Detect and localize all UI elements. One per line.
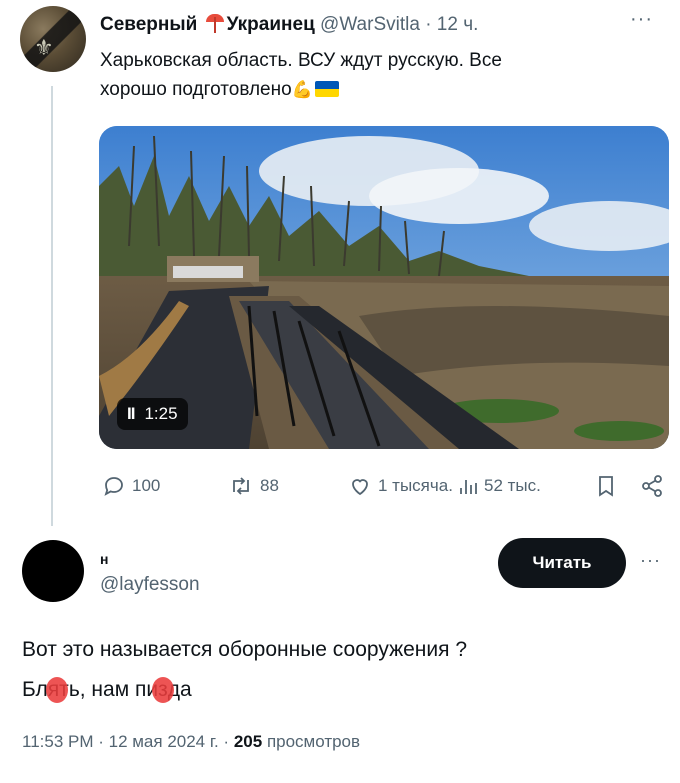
reply-icon (104, 477, 123, 496)
trident-icon: ⚜ (34, 36, 54, 61)
tweet-header: Северный Украинец @WarSvitla · 12 ч. (100, 12, 478, 36)
like-count: 1 тысяча. (378, 476, 453, 495)
flexed-biceps-icon: 💪 (291, 80, 313, 100)
tweet-actions: 100 88 1 тысяча. 52 тыс. (100, 472, 670, 500)
tweet-text-line1: Харьковская область. ВСУ ждут русскую. В… (100, 50, 502, 71)
red-dot-icon (45, 677, 68, 703)
redacted-word-2: з (152, 670, 175, 710)
tweet-text-line2: хорошо подготовлено (100, 79, 292, 100)
reply-text-line1: Вот это называется оборонные сооружения … (22, 638, 468, 661)
tweet-text: Харьковская область. ВСУ ждут русскую. В… (100, 46, 640, 105)
reply-text-part1: Бл (22, 678, 48, 701)
reply-views-count: 205 (233, 732, 263, 751)
author-name-part2[interactable]: Украинец (227, 14, 315, 35)
share-icon (642, 475, 662, 497)
reply-more-options-icon[interactable]: ··· (640, 550, 661, 571)
red-dot-icon (152, 677, 175, 703)
follow-button[interactable]: Читать (498, 538, 626, 588)
reply-author-name[interactable]: н (100, 551, 108, 567)
ukraine-flag-icon (314, 81, 339, 97)
author-handle[interactable]: @WarSvitla (320, 14, 420, 35)
reply-text-part2: ь, нам пи (68, 678, 159, 701)
bookmark-button[interactable] (596, 472, 616, 500)
video-duration-badge[interactable]: II 1:25 (117, 398, 188, 430)
umbrella-flag-icon (205, 14, 225, 33)
more-options-icon[interactable]: ··· (630, 8, 653, 31)
bookmark-icon (599, 476, 613, 497)
video-duration: 1:25 (144, 404, 178, 423)
reply-text: Вот это называется оборонные сооружения … (22, 630, 642, 710)
reply-timestamp[interactable]: 11:53 PM · 12 мая 2024 г. · (22, 732, 229, 751)
reply-button[interactable]: 100 (102, 472, 160, 500)
repost-button[interactable]: 88 (228, 472, 279, 500)
author-name-part1[interactable]: Северный (100, 14, 197, 35)
reply-count: 100 (132, 476, 161, 495)
views-button[interactable]: 52 тыс. (458, 472, 541, 500)
reply-meta: 11:53 PM · 12 мая 2024 г. · 205 просмотр… (22, 732, 360, 752)
repost-count: 88 (260, 476, 279, 495)
views-count: 52 тыс. (484, 476, 541, 495)
share-button[interactable] (640, 472, 664, 500)
like-button[interactable]: 1 тысяча. (348, 472, 453, 500)
redacted-word-1: ят (45, 670, 69, 710)
thread-line (51, 86, 53, 526)
tweet-time[interactable]: · 12 ч. (425, 14, 478, 35)
reply-views-label: просмотров (266, 732, 361, 751)
pause-icon[interactable]: II (127, 404, 136, 423)
reply-author-handle[interactable]: @layfesson (100, 574, 200, 596)
repost-icon (233, 477, 249, 495)
views-icon (460, 480, 477, 494)
heart-icon (352, 479, 368, 496)
reply-avatar[interactable] (22, 540, 84, 602)
avatar[interactable]: ⚜ (20, 6, 86, 72)
